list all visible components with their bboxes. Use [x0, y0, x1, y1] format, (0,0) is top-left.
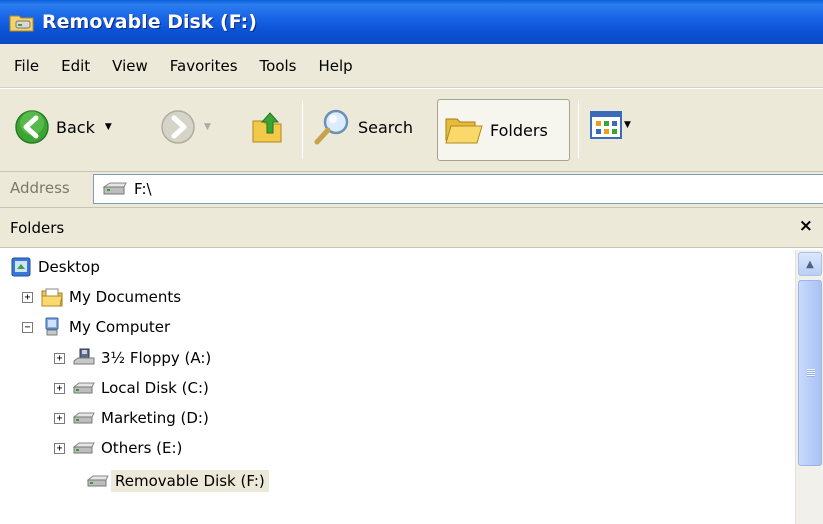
- address-value: F:\: [134, 180, 152, 198]
- menu-favorites[interactable]: Favorites: [160, 57, 248, 75]
- tree-item-my-documents[interactable]: + My Documents: [22, 283, 181, 311]
- tree-item-floppy[interactable]: + 3½ Floppy (A:): [54, 344, 211, 372]
- menu-edit[interactable]: Edit: [51, 57, 100, 75]
- folders-label: Folders: [490, 120, 548, 140]
- tree-label: My Computer: [69, 318, 171, 336]
- tree-label: Desktop: [38, 258, 100, 276]
- views-grid-icon: [590, 111, 622, 139]
- scroll-grip: [807, 369, 815, 377]
- drive-folder-icon: [9, 15, 34, 32]
- expand-toggle[interactable]: +: [22, 291, 33, 303]
- address-input[interactable]: F:\: [93, 174, 823, 204]
- my-documents-icon: [41, 288, 63, 307]
- tree-item-my-computer[interactable]: − My Computer: [22, 313, 170, 341]
- tree-item-desktop[interactable]: Desktop: [10, 253, 100, 281]
- views-button[interactable]: ▼: [590, 111, 631, 139]
- hard-drive-icon: [73, 442, 95, 454]
- search-label: Search: [358, 117, 413, 137]
- expand-toggle[interactable]: +: [54, 382, 65, 394]
- tree-item-removable-disk[interactable]: Removable Disk (F:): [87, 467, 269, 495]
- removable-drive-icon: [87, 475, 109, 487]
- toolbar: Back ▼ ▼ Search Folders ▼: [0, 88, 823, 172]
- folders-pane-header: Folders ×: [0, 208, 823, 248]
- menu-file[interactable]: File: [4, 57, 49, 75]
- menu-bar: File Edit View Favorites Tools Help: [0, 44, 823, 88]
- up-folder-icon: [252, 112, 282, 143]
- toolbar-separator: [578, 101, 579, 159]
- drive-icon: [102, 182, 127, 195]
- tree-label: My Documents: [69, 288, 182, 306]
- tree-label: Others (E:): [101, 439, 183, 457]
- hard-drive-icon: [73, 412, 95, 424]
- back-arrow-icon: [15, 110, 49, 144]
- tree-item-marketing[interactable]: + Marketing (D:): [54, 404, 209, 432]
- forward-dropdown-icon[interactable]: ▼: [204, 122, 211, 132]
- floppy-drive-icon: [73, 348, 95, 365]
- vertical-scrollbar[interactable]: ▲: [795, 250, 823, 524]
- scroll-up-icon[interactable]: ▲: [798, 252, 822, 276]
- tree-item-local-disk[interactable]: + Local Disk (C:): [54, 374, 209, 402]
- tree-label: 3½ Floppy (A:): [101, 349, 212, 367]
- folders-pane-title: Folders: [10, 218, 65, 237]
- up-folder-button[interactable]: [250, 109, 286, 145]
- search-button[interactable]: Search: [312, 107, 413, 147]
- desktop-icon: [11, 257, 31, 277]
- search-icon: [314, 109, 349, 145]
- expand-toggle[interactable]: +: [54, 442, 65, 454]
- address-bar: Address F:\: [0, 172, 823, 208]
- back-button[interactable]: Back ▼: [14, 107, 112, 147]
- folders-icon: [445, 118, 483, 144]
- menu-help[interactable]: Help: [309, 57, 363, 75]
- menu-view[interactable]: View: [102, 57, 158, 75]
- collapse-toggle[interactable]: −: [22, 321, 33, 333]
- address-label: Address: [10, 179, 70, 197]
- tree-item-others[interactable]: + Others (E:): [54, 434, 182, 462]
- toolbar-separator: [302, 101, 303, 159]
- tree-label-selected: Removable Disk (F:): [111, 470, 269, 492]
- forward-arrow-icon: [161, 110, 195, 144]
- hard-drive-icon: [73, 382, 95, 394]
- window-title: Removable Disk (F:): [42, 11, 257, 33]
- forward-button[interactable]: ▼: [160, 107, 211, 147]
- menu-tools[interactable]: Tools: [250, 57, 307, 75]
- title-bar[interactable]: Removable Disk (F:): [0, 0, 823, 44]
- my-computer-icon: [45, 317, 59, 336]
- tree-label: Marketing (D:): [101, 409, 209, 427]
- scroll-thumb[interactable]: [798, 280, 822, 466]
- expand-toggle[interactable]: +: [54, 352, 65, 364]
- back-dropdown-icon[interactable]: ▼: [105, 122, 112, 132]
- folders-button[interactable]: Folders: [437, 99, 570, 161]
- views-dropdown-icon[interactable]: ▼: [624, 120, 631, 130]
- expand-toggle[interactable]: +: [54, 412, 65, 424]
- close-icon[interactable]: ×: [799, 216, 813, 236]
- folder-tree: Desktop + My Documents − My Computer + 3…: [0, 248, 795, 524]
- back-label: Back: [56, 117, 95, 137]
- tree-label: Local Disk (C:): [101, 379, 209, 397]
